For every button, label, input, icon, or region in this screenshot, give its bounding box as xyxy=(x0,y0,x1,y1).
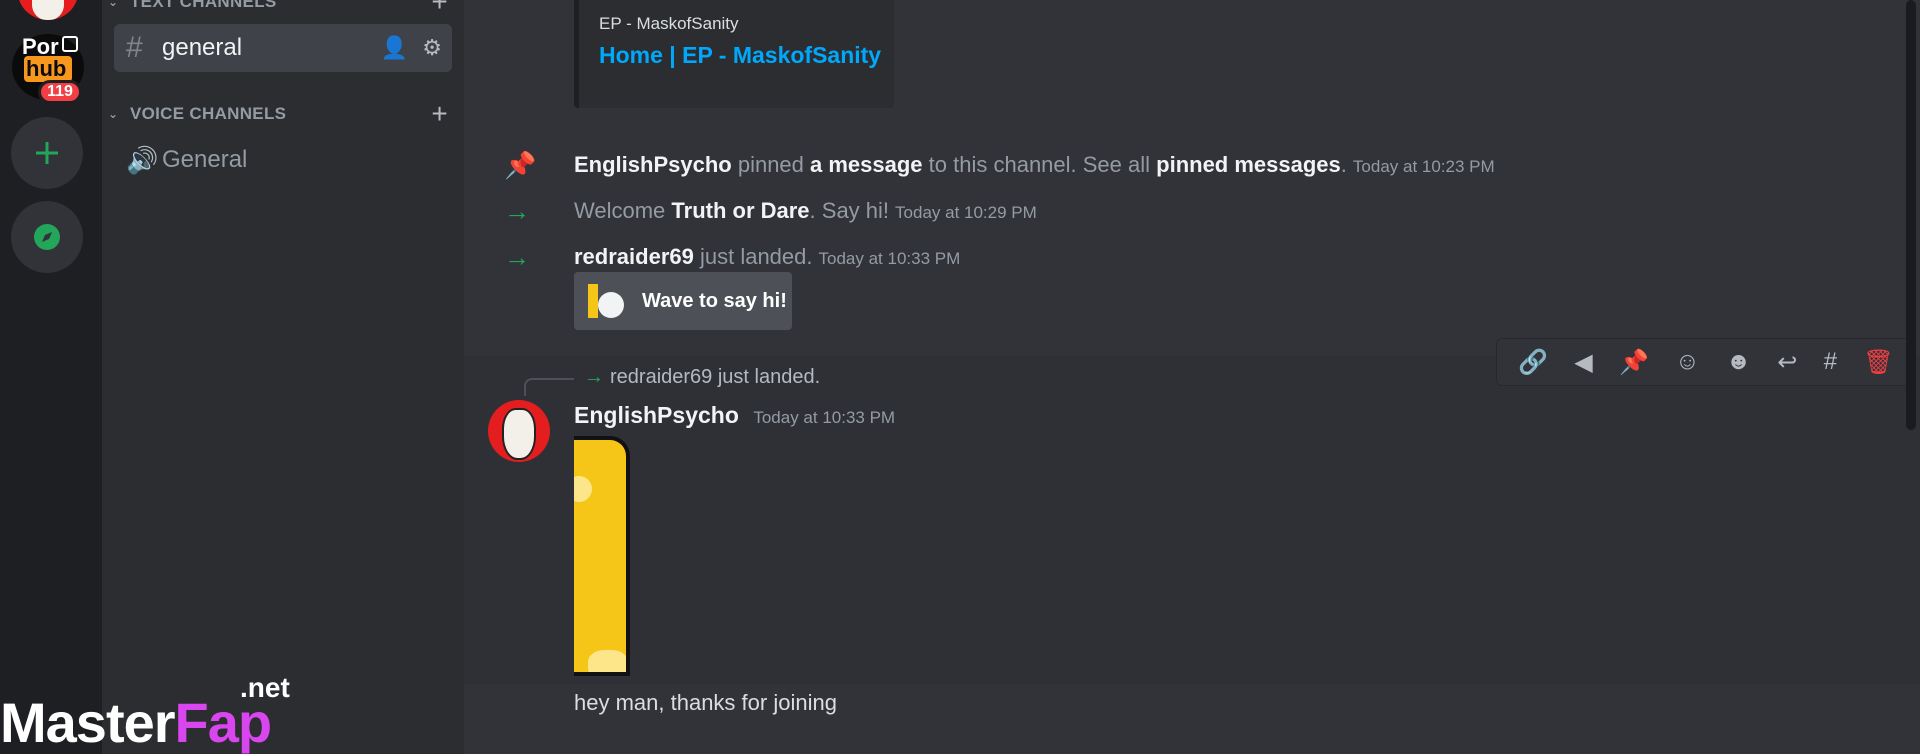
pin-icon[interactable]: 📌 xyxy=(1619,348,1649,377)
timestamp: Today at 10:29 PM xyxy=(895,203,1037,222)
channel-name: General xyxy=(162,146,248,173)
channel-name: general xyxy=(162,34,243,61)
invite-icon[interactable]: 👤 xyxy=(381,35,408,61)
wave-sticker-icon xyxy=(586,280,628,322)
speaker-icon: 🔊 xyxy=(126,144,159,175)
chevron-down-icon: ⌄ xyxy=(108,107,119,121)
message-author[interactable]: EnglishPsycho xyxy=(574,402,739,428)
plus-icon xyxy=(36,142,58,164)
text: . Say hi! xyxy=(809,198,890,223)
message-link[interactable]: a message xyxy=(810,152,923,177)
system-message-pin: 📌 EnglishPsycho pinned a message to this… xyxy=(464,144,1920,184)
actor-name[interactable]: Truth or Dare xyxy=(671,198,809,223)
text: pinned xyxy=(731,152,811,177)
embed-provider: EP - MaskofSanity xyxy=(599,14,739,33)
link-icon[interactable]: 🔗 xyxy=(1518,348,1548,377)
message-timestamp: Today at 10:33 PM xyxy=(753,408,896,427)
message-actions-toolbar: 🔗 ◀ 📌 ☺ ☻ ↩ # 🗑 xyxy=(1496,338,1916,386)
compass-icon xyxy=(34,224,60,250)
watermark-logo: MasterFap xyxy=(0,690,272,754)
voice-channel-general[interactable]: 🔊 General xyxy=(114,136,452,184)
message-header: EnglishPsycho Today at 10:33 PM xyxy=(574,402,895,429)
reply-text: redraider69 just landed. xyxy=(610,366,821,388)
text-channel-icon: # xyxy=(126,31,143,64)
timestamp: Today at 10:23 PM xyxy=(1352,157,1495,176)
actor-name[interactable]: EnglishPsycho xyxy=(574,152,732,177)
tag-icon[interactable]: ◀ xyxy=(1574,348,1592,377)
text: to this channel. See all xyxy=(922,152,1157,177)
explore-servers-button[interactable] xyxy=(11,201,83,273)
actor-name[interactable]: redraider69 xyxy=(574,244,694,269)
watermark-text: Master xyxy=(0,691,176,754)
join-arrow-icon: → xyxy=(504,196,530,226)
chat-area: EP - MaskofSanity Home | EP - MaskofSani… xyxy=(464,0,1920,754)
category-label: VOICE CHANNELS xyxy=(130,104,287,123)
timestamp: Today at 10:33 PM xyxy=(818,249,961,268)
scrollbar[interactable] xyxy=(1906,0,1916,430)
gear-icon[interactable]: ⚙ xyxy=(422,35,442,61)
category-label: TEXT CHANNELS xyxy=(130,0,277,11)
reply-spine xyxy=(524,378,574,396)
channel-list: ⌄ TEXT CHANNELS + # general 👤 ⚙ ⌄ VOICE … xyxy=(102,0,464,754)
join-arrow-icon: → xyxy=(504,242,530,272)
category-voice-channels[interactable]: ⌄ VOICE CHANNELS + xyxy=(108,98,448,129)
user-avatar[interactable] xyxy=(18,0,78,20)
server-rail: Por hub 119 xyxy=(0,0,102,754)
join-arrow-icon: → xyxy=(584,366,604,388)
watermark-suffix: .net xyxy=(240,672,290,703)
server-label-mid: hub xyxy=(24,56,72,82)
add-server-button[interactable] xyxy=(11,117,83,189)
text: Welcome xyxy=(574,198,672,223)
trash-icon[interactable]: 🗑 xyxy=(1863,348,1893,377)
pinned-messages-link[interactable]: pinned messages xyxy=(1156,152,1341,177)
embed-title-link[interactable]: Home | EP - MaskofSanity xyxy=(599,42,881,69)
wave-button[interactable]: Wave to say hi! xyxy=(574,272,792,330)
pin-icon: 📌 xyxy=(504,150,537,180)
channel-general[interactable]: # general 👤 ⚙ xyxy=(114,24,452,72)
link-embed: EP - MaskofSanity Home | EP - MaskofSani… xyxy=(574,0,894,108)
message-text: hey man, thanks for joining xyxy=(574,690,837,715)
category-text-channels[interactable]: ⌄ TEXT CHANNELS + xyxy=(108,0,448,17)
system-message-join: → redraider69 just landed. Today at 10:33… xyxy=(464,236,1920,276)
gif-attachment[interactable] xyxy=(574,436,630,676)
calendar-icon xyxy=(62,36,78,52)
add-reaction-icon[interactable]: ☺ xyxy=(1675,348,1700,376)
create-thread-icon[interactable]: # xyxy=(1824,348,1837,376)
add-channel-icon[interactable]: + xyxy=(431,0,448,18)
text: just landed. xyxy=(693,244,813,269)
chevron-down-icon: ⌄ xyxy=(108,0,119,9)
avatar[interactable] xyxy=(488,400,550,462)
wave-label: Wave to say hi! xyxy=(642,289,787,312)
system-message-welcome: → Welcome Truth or Dare. Say hi! Today at… xyxy=(464,190,1920,230)
text: . xyxy=(1340,152,1347,177)
mention-badge: 119 xyxy=(38,80,82,104)
add-channel-icon[interactable]: + xyxy=(431,98,448,130)
reply-icon[interactable]: ↩ xyxy=(1777,348,1797,377)
super-reaction-icon[interactable]: ☻ xyxy=(1726,348,1751,376)
